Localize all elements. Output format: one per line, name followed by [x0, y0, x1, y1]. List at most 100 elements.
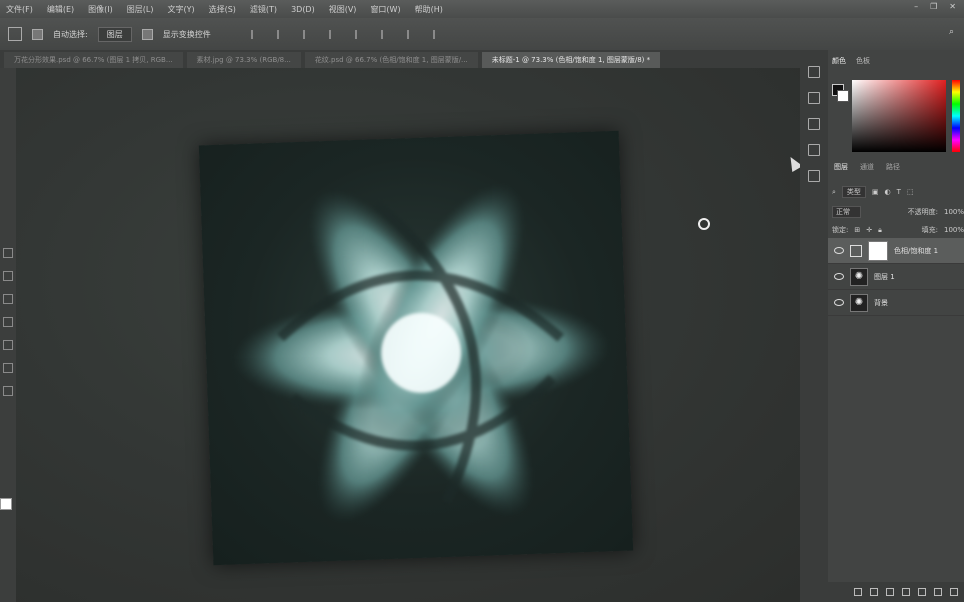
new-layer-icon[interactable]	[934, 588, 942, 596]
align-right-icon[interactable]	[380, 29, 391, 39]
menu-select[interactable]: 选择(S)	[209, 4, 236, 15]
filter-pixel-icon[interactable]: ▣	[872, 188, 879, 196]
brush-settings-icon[interactable]	[808, 144, 820, 156]
character-icon[interactable]	[808, 170, 820, 182]
move-tool-icon[interactable]	[8, 27, 22, 41]
lock-row: 锁定: ⊞ ✛ 🔒︎ 填充: 100%	[828, 220, 964, 240]
filter-adjust-icon[interactable]: ◐	[885, 188, 891, 196]
layer-mask-thumbnail[interactable]	[868, 240, 888, 261]
distribute-icon[interactable]	[406, 29, 417, 39]
brush-tool-icon[interactable]	[3, 271, 13, 281]
lock-label: 锁定:	[832, 226, 849, 234]
layer-row-background[interactable]: ✺ 背景	[828, 290, 964, 316]
visibility-eye-icon[interactable]	[834, 273, 844, 280]
layer-kind-dropdown[interactable]: 类型	[841, 186, 866, 198]
adjustment-layer-icon	[850, 244, 862, 257]
add-mask-icon[interactable]	[886, 588, 894, 596]
auto-select-checkbox[interactable]	[32, 28, 43, 40]
history-icon[interactable]	[808, 66, 820, 78]
adjustments-icon[interactable]	[808, 118, 820, 130]
kaleidoscope-image	[231, 182, 612, 524]
menu-3d[interactable]: 3D(D)	[291, 5, 315, 14]
type-tool-icon[interactable]	[3, 363, 13, 373]
gradient-tool-icon[interactable]	[3, 317, 13, 327]
menu-help[interactable]: 帮助(H)	[415, 4, 443, 15]
new-adjustment-icon[interactable]	[902, 588, 910, 596]
menu-bar: 文件(F) 编辑(E) 图像(I) 图层(L) 文字(Y) 选择(S) 滤镜(T…	[0, 0, 964, 18]
lock-all-icon[interactable]: 🔒︎	[878, 226, 882, 235]
pen-tool-icon[interactable]	[3, 340, 13, 350]
hue-slider[interactable]	[952, 80, 960, 152]
align-top-icon[interactable]	[250, 29, 261, 39]
hand-tool-icon[interactable]	[3, 386, 13, 396]
filter-type-icon[interactable]: T	[897, 188, 901, 196]
show-transform-label: 显示变换控件	[162, 29, 211, 39]
new-group-icon[interactable]	[918, 588, 926, 596]
tab-document-active[interactable]: 未标题-1 @ 73.3% (色相/饱和度 1, 图层蒙版/8) *	[481, 52, 661, 68]
tab-channels[interactable]: 通道	[860, 162, 874, 172]
blend-mode-dropdown[interactable]: 正常	[832, 206, 861, 218]
tools-panel	[0, 68, 16, 602]
document-tabs: 万花分形效果.psd @ 66.7% (图层 1 拷贝, RGB... 素材.j…	[0, 50, 800, 68]
tab-document-1[interactable]: 万花分形效果.psd @ 66.7% (图层 1 拷贝, RGB...	[4, 52, 183, 68]
lasso-tool-icon[interactable]	[3, 248, 13, 258]
menu-window[interactable]: 窗口(W)	[370, 4, 400, 15]
auto-select-label: 自动选择:	[53, 29, 88, 39]
link-layers-icon[interactable]	[854, 588, 862, 596]
minimize-icon[interactable]: –	[914, 2, 918, 11]
fill-label: 填充:	[921, 226, 938, 234]
fx-icon[interactable]	[870, 588, 878, 596]
layer-name[interactable]: 图层 1	[874, 272, 895, 282]
eraser-tool-icon[interactable]	[3, 294, 13, 304]
layer-thumbnail: ✺	[850, 267, 868, 286]
layers-panel-tabs: 图层 通道 路径	[828, 162, 964, 172]
close-icon[interactable]: ✕	[949, 2, 956, 11]
background-color[interactable]	[837, 90, 849, 102]
menu-image[interactable]: 图像(I)	[88, 4, 113, 15]
menu-view[interactable]: 视图(V)	[329, 4, 357, 15]
tab-swatches[interactable]: 色板	[856, 56, 870, 66]
document-canvas[interactable]	[198, 130, 634, 566]
menu-layer[interactable]: 图层(L)	[127, 4, 154, 15]
lock-pixels-icon[interactable]: ⊞	[854, 226, 860, 234]
tab-document-2[interactable]: 素材.jpg @ 73.3% (RGB/8...	[186, 52, 301, 68]
properties-icon[interactable]	[808, 92, 820, 104]
menu-file[interactable]: 文件(F)	[6, 4, 33, 15]
align-left-icon[interactable]	[328, 29, 339, 39]
tab-color[interactable]: 颜色	[832, 56, 846, 66]
visibility-eye-icon[interactable]	[834, 247, 844, 254]
layer-row-layer1[interactable]: ✺ 图层 1	[828, 264, 964, 290]
fill-value[interactable]: 100%	[944, 226, 964, 234]
filter-shape-icon[interactable]: ⬚	[907, 188, 914, 196]
align-bottom-icon[interactable]	[302, 29, 313, 39]
layer-name[interactable]: 背景	[874, 298, 888, 308]
document-workspace[interactable]	[16, 68, 803, 602]
restore-icon[interactable]: ❐	[930, 2, 937, 11]
layer-name[interactable]: 色相/饱和度 1	[894, 246, 938, 256]
distribute-h-icon[interactable]	[432, 29, 443, 39]
foreground-color-swatch[interactable]	[0, 498, 12, 510]
align-center-icon[interactable]	[354, 29, 365, 39]
filter-search-icon: ⌕	[832, 187, 836, 196]
tab-paths[interactable]: 路径	[886, 162, 900, 172]
layer-row-adjustment[interactable]: 色相/饱和度 1	[828, 238, 964, 264]
color-picker-field[interactable]	[852, 80, 946, 152]
visibility-eye-icon[interactable]	[834, 299, 844, 306]
auto-select-dropdown[interactable]: 图层	[97, 26, 132, 42]
opacity-label: 不透明度:	[907, 208, 938, 216]
search-icon[interactable]: ⌕	[949, 27, 954, 37]
right-panels: 颜色 色板 图层 通道 路径 ⌕ 类型 ▣ ◐ T ⬚ 正常 不透明度: 100…	[828, 50, 964, 602]
color-panel-tabs: 颜色 色板	[828, 50, 964, 66]
align-middle-icon[interactable]	[276, 29, 287, 39]
opacity-value[interactable]: 100%	[944, 208, 964, 216]
tab-layers[interactable]: 图层	[834, 162, 848, 172]
lock-position-icon[interactable]: ✛	[866, 226, 872, 234]
show-transform-checkbox[interactable]	[141, 28, 153, 40]
menu-type[interactable]: 文字(Y)	[167, 4, 194, 15]
menu-filter[interactable]: 滤镜(T)	[250, 4, 277, 15]
zoom-cursor-icon	[698, 218, 710, 230]
layer-filter-row: ⌕ 类型 ▣ ◐ T ⬚	[828, 182, 964, 202]
delete-layer-icon[interactable]	[950, 588, 958, 596]
menu-edit[interactable]: 编辑(E)	[47, 4, 74, 15]
tab-document-3[interactable]: 花纹.psd @ 66.7% (色相/饱和度 1, 图层蒙版/...	[304, 52, 478, 68]
